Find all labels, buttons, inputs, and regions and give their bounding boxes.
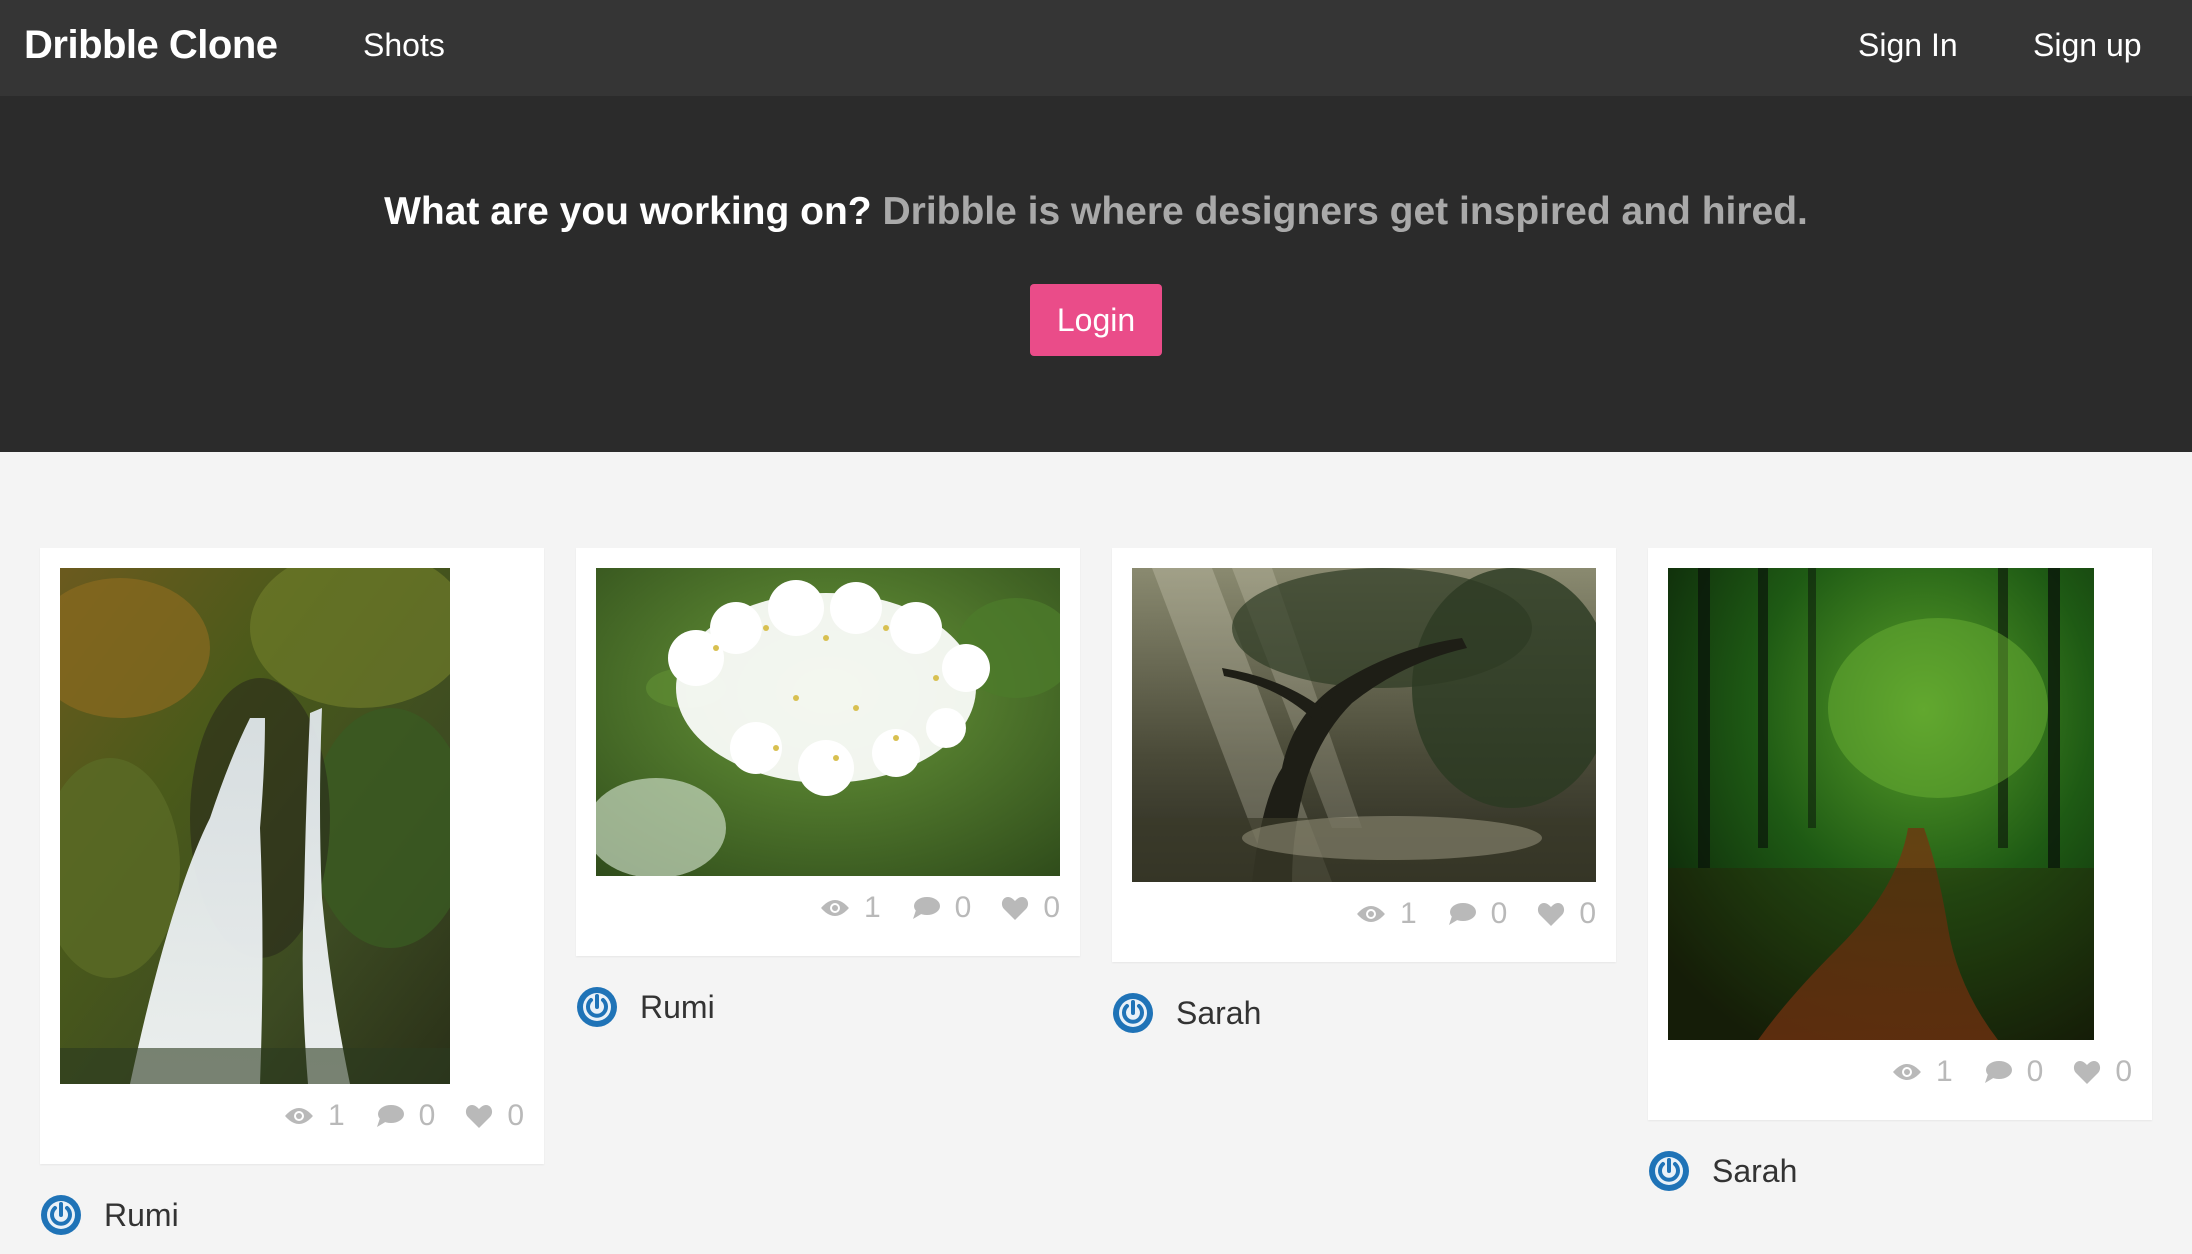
shot-thumbnail-tree[interactable] xyxy=(1132,568,1596,882)
eye-icon xyxy=(284,1108,313,1124)
shot-author[interactable]: Rumi xyxy=(576,986,715,1028)
shot-card: 1 0 0 xyxy=(1648,548,2152,1120)
like-count: 0 xyxy=(2115,1055,2132,1088)
eye-icon xyxy=(820,900,849,916)
shot-card: 1 0 0 xyxy=(40,548,544,1164)
shot-author[interactable]: Rumi xyxy=(40,1194,179,1236)
author-name[interactable]: Rumi xyxy=(104,1197,179,1234)
power-avatar-icon xyxy=(1113,993,1153,1033)
eye-icon xyxy=(1356,906,1385,922)
login-button[interactable]: Login xyxy=(1030,284,1162,356)
hero-banner: What are you working on? Dribble is wher… xyxy=(0,96,2192,452)
heart-icon[interactable] xyxy=(465,1103,493,1129)
sunlit-tree-photo xyxy=(1132,568,1596,882)
brand-logo[interactable]: Dribble Clone xyxy=(24,0,278,96)
hero-headline: What are you working on? xyxy=(384,190,872,233)
heart-icon[interactable] xyxy=(1537,901,1565,927)
nav-link-shots[interactable]: Shots xyxy=(363,0,445,96)
power-avatar-icon xyxy=(577,987,617,1027)
shot-card: 1 0 0 xyxy=(1112,548,1616,962)
view-count: 1 xyxy=(327,1099,345,1132)
comment-icon xyxy=(1984,1061,2012,1083)
waterfall-photo xyxy=(60,568,450,1084)
shot-stats: 1 0 0 xyxy=(1862,1052,2132,1092)
comment-count: 0 xyxy=(418,1099,436,1132)
comment-icon xyxy=(376,1105,404,1127)
shot-thumbnail-flowers[interactable] xyxy=(596,568,1060,876)
comment-count: 0 xyxy=(954,891,972,924)
hero-subline: Dribble is where designers get inspired … xyxy=(882,190,1808,233)
shot-stats: 1 0 0 xyxy=(1326,894,1596,934)
forest-path-photo xyxy=(1668,568,2094,1040)
author-name[interactable]: Sarah xyxy=(1176,995,1261,1032)
hero-text: What are you working on? Dribble is wher… xyxy=(0,188,2192,236)
shot-stats: 1 0 0 xyxy=(790,888,1060,928)
like-count: 0 xyxy=(507,1099,524,1132)
shot-author[interactable]: Sarah xyxy=(1112,992,1261,1034)
author-name[interactable]: Rumi xyxy=(640,989,715,1026)
author-name[interactable]: Sarah xyxy=(1712,1153,1797,1190)
comment-icon xyxy=(1448,903,1476,925)
white-flowers-photo xyxy=(596,568,1060,876)
like-count: 0 xyxy=(1043,891,1060,924)
shot-card: 1 0 0 xyxy=(576,548,1080,956)
view-count: 1 xyxy=(863,891,881,924)
heart-icon[interactable] xyxy=(2073,1059,2101,1085)
heart-icon[interactable] xyxy=(1001,895,1029,921)
power-avatar-icon xyxy=(41,1195,81,1235)
comment-icon xyxy=(912,897,940,919)
eye-icon xyxy=(1892,1064,1921,1080)
comment-count: 0 xyxy=(2026,1055,2044,1088)
shot-stats: 1 0 0 xyxy=(254,1096,524,1136)
sign-up-link[interactable]: Sign up xyxy=(2033,0,2142,96)
view-count: 1 xyxy=(1399,897,1417,930)
shot-author[interactable]: Sarah xyxy=(1648,1150,1797,1192)
comment-count: 0 xyxy=(1490,897,1508,930)
shot-thumbnail-waterfall[interactable] xyxy=(60,568,450,1084)
sign-in-link[interactable]: Sign In xyxy=(1858,0,1958,96)
view-count: 1 xyxy=(1935,1055,1953,1088)
like-count: 0 xyxy=(1579,897,1596,930)
shot-thumbnail-forest[interactable] xyxy=(1668,568,2094,1040)
top-navbar: Dribble Clone Shots Sign In Sign up xyxy=(0,0,2192,96)
power-avatar-icon xyxy=(1649,1151,1689,1191)
